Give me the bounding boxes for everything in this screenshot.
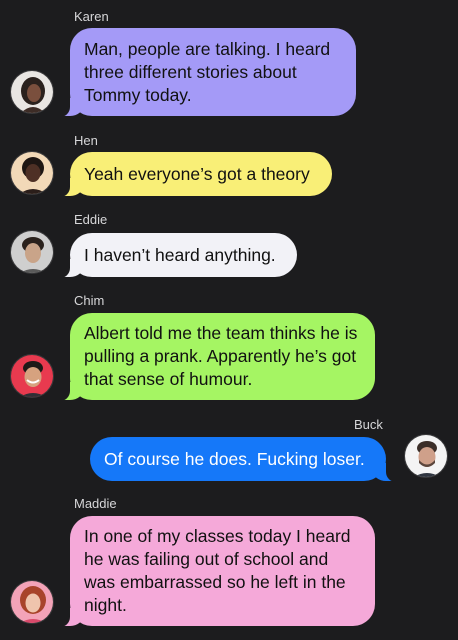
sender-name-chim: Chim — [74, 293, 105, 308]
chat-thread: Karen Man, people are talking. I heard t… — [0, 0, 458, 640]
chim-avatar-icon[interactable] — [10, 354, 54, 398]
message-bubble-hen[interactable]: Yeah everyone’s got a theory — [60, 152, 332, 197]
karen-avatar-icon[interactable] — [10, 70, 54, 114]
message-bubble-maddie[interactable]: In one of my classes today I heard he wa… — [60, 516, 375, 627]
eddie-avatar-icon[interactable] — [10, 230, 54, 274]
message-bubble-eddie[interactable]: I haven’t heard anything. — [60, 233, 297, 278]
buck-avatar-icon[interactable] — [404, 434, 448, 478]
message-bubble-chim[interactable]: Albert told me the team thinks he is pul… — [60, 313, 375, 401]
sender-name-buck: Buck — [354, 417, 383, 432]
sender-name-hen: Hen — [74, 133, 98, 148]
sender-name-karen: Karen — [74, 9, 109, 24]
hen-avatar-icon[interactable] — [10, 151, 54, 195]
sender-name-eddie: Eddie — [74, 212, 108, 227]
maddie-avatar-icon[interactable] — [10, 580, 54, 624]
sender-name-maddie: Maddie — [74, 496, 117, 511]
message-bubble-buck[interactable]: Of course he does. Fucking loser. — [90, 437, 396, 482]
message-bubble-karen[interactable]: Man, people are talking. I heard three d… — [60, 28, 356, 117]
